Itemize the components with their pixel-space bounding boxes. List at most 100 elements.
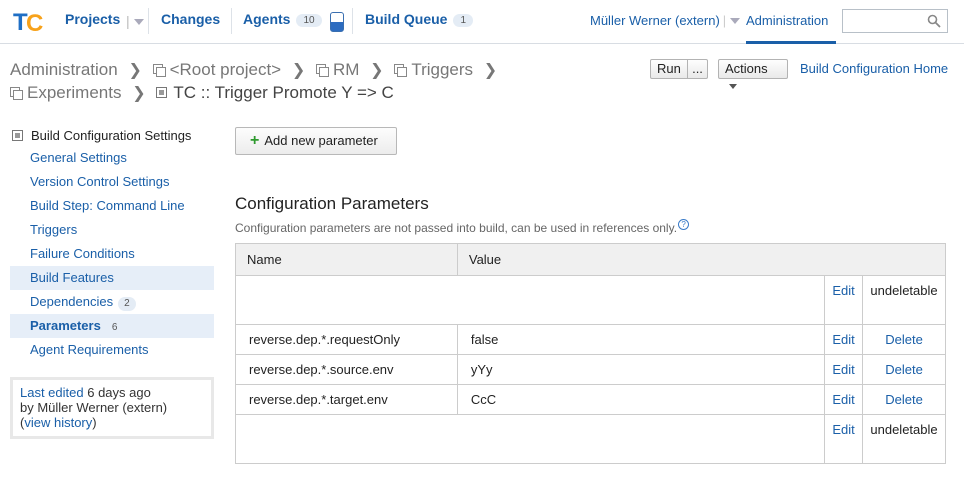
breadcrumb-separator-icon: ❯ — [370, 62, 384, 79]
sidebar-item-dependencies[interactable]: Dependencies 2 — [10, 290, 214, 314]
edit-link[interactable]: Edit — [824, 354, 864, 385]
table-row: Edit undeletable — [235, 414, 946, 464]
project-icon — [394, 64, 408, 77]
breadcrumb-separator-icon: ❯ — [291, 62, 306, 79]
edit-link[interactable]: Edit — [824, 384, 864, 415]
last-edited-box: Last edited 6 days ago by Müller Werner … — [10, 377, 214, 439]
param-value: false — [456, 324, 826, 355]
param-name: reverse.dep.*.requestOnly — [235, 324, 458, 355]
count-badge: 2 — [118, 297, 136, 311]
breadcrumb-triggers[interactable]: Triggers — [411, 60, 473, 79]
nav-agents[interactable]: Agents 10 — [243, 11, 322, 27]
sidebar-item-label: Version Control Settings — [30, 174, 170, 189]
section-description-text: Configuration parameters are not passed … — [235, 221, 678, 235]
run-custom-button[interactable]: ... — [687, 60, 707, 78]
sidebar-item-triggers[interactable]: Triggers — [10, 218, 214, 242]
parameters-table: Name Value Edit undeletable reverse.dep.… — [235, 243, 947, 464]
edit-link[interactable]: Edit — [824, 275, 864, 325]
sidebar-item-version-control-settings[interactable]: Version Control Settings — [10, 170, 214, 194]
sidebar-item-failure-conditions[interactable]: Failure Conditions — [10, 242, 214, 266]
projects-dropdown-icon[interactable]: | — [126, 13, 144, 29]
run-button[interactable]: Run ... — [650, 59, 708, 79]
last-edited-link[interactable]: Last edited — [20, 385, 84, 400]
breadcrumb-root-project[interactable]: <Root project> — [170, 60, 282, 79]
build-configuration-icon — [156, 87, 168, 98]
sidebar-title-label: Build Configuration Settings — [31, 127, 192, 143]
column-header-name: Name — [235, 243, 458, 276]
sidebar-item-build-step[interactable]: Build Step: Command Line — [10, 194, 214, 218]
view-history-link[interactable]: view history — [24, 415, 92, 430]
project-icon — [152, 64, 166, 77]
queue-count-badge: 1 — [453, 14, 474, 27]
build-configuration-home-link[interactable]: Build Configuration Home — [800, 61, 948, 76]
param-value — [457, 414, 826, 464]
active-tab-indicator — [746, 41, 836, 44]
delete-link[interactable]: Delete — [862, 324, 946, 355]
actions-button[interactable]: Actions — [718, 59, 788, 89]
param-name — [235, 275, 458, 325]
search-input[interactable] — [842, 9, 948, 33]
last-edited-by: by Müller Werner (extern) — [20, 400, 168, 415]
nav-projects[interactable]: Projects — [65, 11, 120, 27]
sidebar-item-parameters[interactable]: Parameters 6 — [10, 314, 214, 338]
settings-sidebar: Build Configuration Settings General Set… — [10, 124, 214, 362]
param-name — [235, 414, 458, 464]
page-title: TC :: Trigger Promote Y => C — [173, 83, 394, 102]
param-name: reverse.dep.*.target.env — [235, 384, 458, 415]
column-header-value: Value — [456, 243, 947, 276]
sidebar-item-agent-requirements[interactable]: Agent Requirements — [10, 338, 214, 362]
table-row: reverse.dep.*.requestOnly false Edit Del… — [235, 324, 946, 355]
user-name: Müller Werner (extern) — [590, 13, 720, 28]
agents-count-badge: 10 — [296, 14, 322, 27]
nav-divider — [148, 8, 149, 34]
param-value: yYy — [456, 354, 826, 385]
help-icon[interactable]: ? — [678, 219, 690, 230]
top-navigation-bar: T C Projects | Changes Agents 10 Build Qu… — [0, 0, 964, 44]
run-button-label: Run — [657, 61, 681, 76]
user-menu[interactable]: Müller Werner (extern) | — [590, 13, 741, 28]
undeletable-label: undeletable — [862, 275, 946, 325]
section-description: Configuration parameters are not passed … — [235, 219, 690, 235]
nav-build-queue[interactable]: Build Queue 1 — [365, 11, 474, 27]
breadcrumb-separator-icon: ❯ — [128, 62, 142, 79]
breadcrumb-administration[interactable]: Administration — [10, 60, 118, 79]
delete-link[interactable]: Delete — [862, 354, 946, 385]
sidebar-item-label: Parameters — [30, 318, 101, 333]
add-new-parameter-button[interactable]: + Add new parameter — [235, 127, 397, 155]
teamcity-logo[interactable]: T C — [12, 6, 46, 36]
sidebar-item-label: Triggers — [30, 222, 78, 237]
nav-build-queue-label: Build Queue — [365, 11, 448, 27]
edit-link[interactable]: Edit — [824, 414, 864, 464]
user-dropdown-icon — [730, 18, 741, 24]
nav-divider — [231, 8, 232, 34]
delete-link[interactable]: Delete — [862, 384, 946, 415]
sidebar-title: Build Configuration Settings — [10, 124, 214, 146]
param-value — [457, 275, 826, 325]
sidebar-item-label: Failure Conditions — [30, 246, 135, 261]
search-icon[interactable] — [927, 14, 941, 28]
section-title: Configuration Parameters — [235, 194, 429, 213]
breadcrumb: Administration ❯ <Root project> ❯ RM ❯ T… — [10, 59, 503, 105]
sidebar-item-general-settings[interactable]: General Settings — [10, 146, 214, 170]
sidebar-item-label: General Settings — [30, 150, 127, 165]
table-header-row: Name Value — [235, 243, 947, 276]
breadcrumb-rm[interactable]: RM — [333, 60, 359, 79]
sidebar-item-build-features[interactable]: Build Features — [10, 266, 214, 290]
sidebar-item-label: Dependencies — [30, 294, 114, 309]
edit-link[interactable]: Edit — [824, 324, 864, 355]
sidebar-item-label: Build Step: Command Line — [30, 198, 185, 213]
build-configuration-icon — [12, 129, 23, 141]
nav-administration[interactable]: Administration — [746, 13, 828, 28]
count-badge: 6 — [105, 321, 124, 335]
svg-text:C: C — [26, 10, 43, 36]
actions-button-label: Actions — [725, 61, 768, 76]
last-edited-time: 6 days ago — [87, 385, 151, 400]
plus-icon: + — [250, 132, 260, 149]
project-icon — [10, 87, 23, 100]
add-new-parameter-label: Add new parameter — [264, 133, 378, 148]
sidebar-item-label: Agent Requirements — [30, 342, 149, 357]
breadcrumb-experiments[interactable]: Experiments — [27, 83, 121, 102]
nav-changes[interactable]: Changes — [161, 11, 220, 27]
undeletable-label: undeletable — [862, 414, 946, 464]
agents-pool-icon[interactable] — [330, 12, 344, 32]
